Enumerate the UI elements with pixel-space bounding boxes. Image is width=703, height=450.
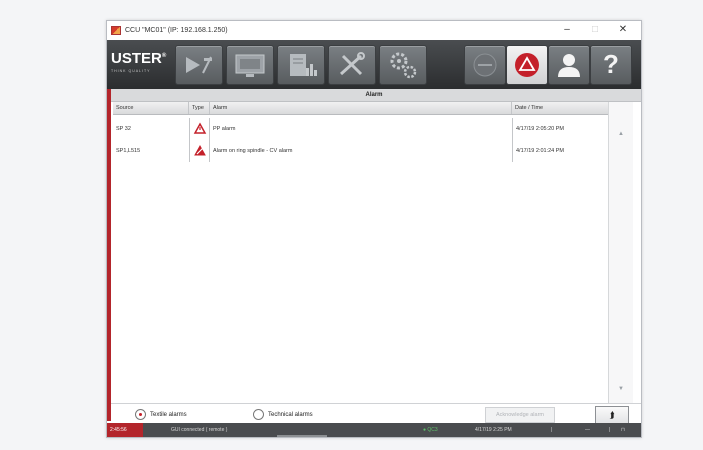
title-bar: CCU "MC01" (IP: 192.168.1.250) – □ ✕ (107, 21, 641, 40)
tools-icon (339, 52, 365, 76)
export-button[interactable]: ⮭ (595, 406, 629, 424)
radio-unselected-indicator[interactable] (253, 409, 264, 420)
app-window: CCU "MC01" (IP: 192.168.1.250) – □ ✕ UST… (106, 20, 642, 438)
tools-button[interactable] (328, 45, 376, 85)
user-icon (558, 54, 580, 77)
status-indicator: ● QC3 (423, 427, 438, 433)
alarm-table: Source Type Alarm Date / Time SP 32 PP a… (113, 102, 608, 403)
uster-logo: USTER® THINK QUALITY (111, 47, 167, 81)
connection-status-button[interactable] (464, 45, 506, 85)
column-header-alarm[interactable]: Alarm (210, 102, 512, 114)
radio-textile-alarms[interactable]: Textile alarms (135, 409, 187, 420)
reports-icon (290, 54, 317, 76)
cell-alarm: Alarm on ring spindle - CV alarm (213, 148, 293, 154)
help-icon: ? (603, 49, 619, 79)
cell-source: SP1,L515 (116, 148, 141, 154)
display-button[interactable] (226, 45, 274, 85)
warning-triangle-icon (193, 122, 207, 134)
status-time: 2:45:56 (107, 423, 143, 437)
monitor-settings-button[interactable] (175, 45, 223, 85)
radio-selected-indicator[interactable] (135, 409, 146, 420)
status-connection: GUI connected ( remote ) (171, 427, 228, 433)
left-accent-strip (107, 89, 111, 421)
window-title: CCU "MC01" (IP: 192.168.1.250) (125, 27, 228, 34)
display-icon (235, 54, 265, 77)
radio-textile-label: Textile alarms (150, 411, 187, 418)
logo-registered-mark: ® (161, 53, 167, 59)
close-button[interactable]: ✕ (613, 23, 633, 37)
acknowledge-alarm-button[interactable]: Acknowledge alarm (485, 407, 555, 423)
settings-monitor-icon (186, 56, 212, 74)
table-row[interactable]: SP 32 PP alarm 4/17/19 2:05:20 PM (113, 118, 608, 140)
table-scrollbar[interactable]: ▲ ▼ (608, 102, 633, 403)
cell-type (189, 118, 210, 140)
cell-source: SP 32 (116, 126, 131, 132)
cell-datetime: 4/17/19 2:01:24 PM (512, 140, 608, 162)
status-separator: | (551, 427, 553, 433)
status-bar: 2:45:56 GUI connected ( remote ) ● QC3 4… (107, 423, 641, 437)
gears-icon (390, 52, 417, 79)
alarm-filter-bar: Textile alarms Technical alarms Acknowle… (111, 403, 641, 424)
minimize-button[interactable]: – (557, 23, 577, 37)
status-datetime: 4/17/19 2:25 PM (475, 427, 512, 433)
status-separator: | (609, 427, 611, 433)
status-progress (277, 435, 327, 437)
cell-type (189, 140, 210, 162)
help-button[interactable]: ? (590, 45, 632, 85)
main-toolbar: USTER® THINK QUALITY ? (107, 40, 641, 89)
cell-alarm: PP alarm (213, 126, 236, 132)
logo-text: USTER (111, 50, 162, 67)
scroll-down-arrow[interactable]: ▼ (609, 386, 633, 392)
panel-title: Alarm (107, 89, 641, 102)
export-icon: ⮭ (609, 410, 615, 420)
app-icon (111, 26, 121, 35)
configuration-button[interactable] (379, 45, 427, 85)
column-header-datetime[interactable]: Date / Time (512, 102, 608, 114)
column-header-source[interactable]: Source (113, 102, 189, 114)
cell-datetime: 4/17/19 2:05:20 PM (512, 118, 608, 140)
alarm-button[interactable] (506, 45, 548, 85)
radio-technical-label: Technical alarms (268, 411, 313, 418)
logo-tagline: THINK QUALITY (111, 69, 151, 73)
column-header-type[interactable]: Type (189, 102, 210, 114)
user-button[interactable] (548, 45, 590, 85)
status-separator: — (585, 427, 590, 433)
reports-button[interactable] (277, 45, 325, 85)
alarm-icon (515, 53, 539, 77)
warning-triangle-broken-icon (194, 144, 206, 156)
scroll-up-arrow[interactable]: ▲ (609, 131, 633, 137)
disconnected-icon (473, 53, 497, 77)
radio-technical-alarms[interactable]: Technical alarms (253, 409, 313, 420)
table-row[interactable]: SP1,L515 Alarm on ring spindle - CV alar… (113, 140, 608, 162)
status-pin-icon[interactable]: ⊓ (621, 423, 625, 437)
maximize-button[interactable]: □ (585, 23, 605, 37)
table-header: Source Type Alarm Date / Time (113, 102, 608, 115)
